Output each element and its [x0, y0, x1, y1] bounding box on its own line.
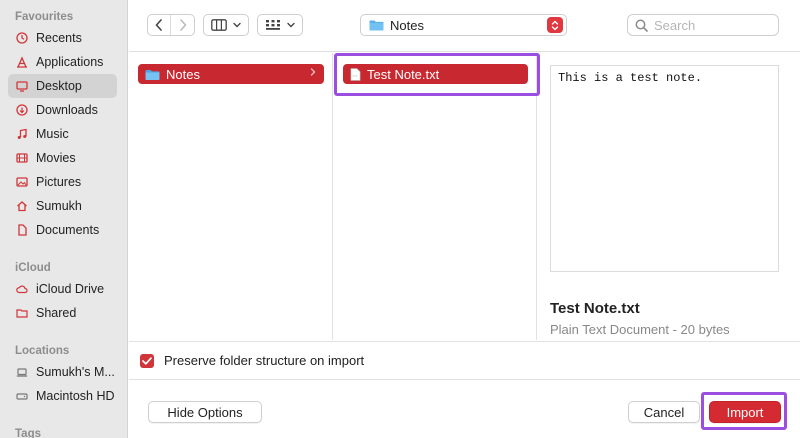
sidebar-item-label: Documents	[36, 223, 100, 237]
chevron-down-icon	[287, 22, 295, 28]
sidebar-item-label: Sumukh	[36, 199, 82, 213]
hide-options-button[interactable]: Hide Options	[148, 401, 262, 423]
search-icon	[635, 19, 648, 32]
preview-pane: This is a test note. Test Note.txt Plain…	[538, 53, 800, 340]
sidebar-section-title: Favourites	[15, 11, 74, 23]
home-icon	[16, 200, 28, 212]
picture-icon	[16, 176, 28, 188]
chevron-right-icon	[310, 68, 316, 76]
sidebar-item-pictures[interactable]: Pictures	[8, 170, 117, 194]
group-by-button[interactable]	[257, 14, 303, 36]
clock-icon	[16, 32, 28, 44]
folder-row-label: Notes	[166, 66, 200, 82]
desktop-icon	[16, 80, 28, 92]
sidebar-item-documents[interactable]: Documents	[8, 218, 117, 242]
laptop-icon	[16, 366, 28, 378]
sidebar-item-movies[interactable]: Movies	[8, 146, 117, 170]
cancel-button[interactable]: Cancel	[628, 401, 700, 423]
sidebar-item-recents[interactable]: Recents	[8, 26, 117, 50]
toolbar: Notes	[129, 0, 800, 52]
view-mode-button[interactable]	[203, 14, 249, 36]
folder-row-notes[interactable]: Notes	[138, 64, 324, 84]
sidebar-item-label: Movies	[36, 151, 76, 165]
sidebar-item-shared[interactable]: Shared	[8, 301, 117, 325]
nav-back-forward	[147, 14, 195, 36]
sidebar-section-title: Locations	[15, 345, 70, 357]
sidebar-section-locations: Locations Sumukh's M... Macintosh HD	[0, 343, 127, 408]
sidebar: Favourites Recents Applications Desktop …	[0, 0, 128, 438]
location-popup[interactable]: Notes	[360, 14, 567, 36]
import-button-highlight	[701, 392, 787, 430]
download-icon	[16, 104, 28, 116]
sidebar-item-applications[interactable]: Applications	[8, 50, 117, 74]
sidebar-section-icloud: iCloud iCloud Drive Shared	[0, 260, 127, 325]
film-icon	[16, 152, 28, 164]
sidebar-item-label: Pictures	[36, 175, 82, 189]
sidebar-section-title: iCloud	[15, 262, 51, 274]
sidebar-item-macbook[interactable]: Sumukh's M...	[8, 360, 117, 384]
apps-icon	[16, 56, 28, 68]
disk-icon	[16, 390, 28, 402]
checkmark-icon	[142, 356, 152, 365]
selected-file-highlight	[334, 53, 540, 96]
folder-icon	[145, 69, 160, 80]
sidebar-item-label: Shared	[36, 306, 77, 320]
shared-folder-icon	[16, 307, 28, 319]
chevron-down-icon	[233, 22, 241, 28]
chevron-left-icon	[155, 19, 162, 31]
sidebar-item-label: Desktop	[36, 79, 82, 93]
sidebar-item-icloud-drive[interactable]: iCloud Drive	[8, 277, 117, 301]
forward-button[interactable]	[171, 15, 194, 35]
preview-file-name: Test Note.txt	[550, 300, 640, 317]
preserve-structure-label: Preserve folder structure on import	[164, 353, 365, 368]
sidebar-section-title: Tags	[15, 428, 41, 438]
sidebar-item-music[interactable]: Music	[8, 122, 117, 146]
preview-file-meta: Plain Text Document - 20 bytes	[550, 322, 730, 337]
browser-column-2: Test Note.txt	[334, 53, 537, 340]
preview-document: This is a test note.	[550, 65, 779, 272]
column-view-icon	[211, 19, 227, 31]
sidebar-item-label: Macintosh HD	[36, 389, 115, 403]
back-button[interactable]	[148, 15, 172, 35]
sidebar-item-label: Applications	[36, 55, 104, 69]
sidebar-item-macintosh-hd[interactable]: Macintosh HD	[8, 384, 117, 408]
folder-icon	[369, 20, 384, 31]
document-icon	[16, 224, 28, 236]
sidebar-item-downloads[interactable]: Downloads	[8, 98, 117, 122]
search-input[interactable]	[654, 17, 774, 33]
sidebar-item-label: Music	[36, 127, 69, 141]
grid-icon	[266, 20, 280, 30]
sidebar-item-desktop[interactable]: Desktop	[8, 74, 117, 98]
music-icon	[16, 128, 28, 140]
sidebar-section-favourites: Favourites Recents Applications Desktop …	[0, 9, 127, 242]
sidebar-item-label: Recents	[36, 31, 82, 45]
bottom-bar: Hide Options Cancel Import	[129, 381, 800, 438]
browser-column-1: Notes	[129, 53, 333, 340]
search-field[interactable]	[627, 14, 779, 36]
chevron-right-icon	[179, 19, 186, 31]
cloud-icon	[16, 283, 28, 295]
popup-stepper-icon	[547, 17, 563, 33]
sidebar-section-tags: Tags	[0, 426, 127, 438]
sidebar-item-label: Sumukh's M...	[36, 365, 115, 379]
options-bar: Preserve folder structure on import	[129, 341, 800, 380]
location-label: Notes	[390, 17, 424, 33]
sidebar-item-label: Downloads	[36, 103, 98, 117]
preserve-structure-checkbox[interactable]	[140, 353, 154, 368]
sidebar-item-label: iCloud Drive	[36, 282, 105, 296]
sidebar-item-sumukh[interactable]: Sumukh	[8, 194, 117, 218]
